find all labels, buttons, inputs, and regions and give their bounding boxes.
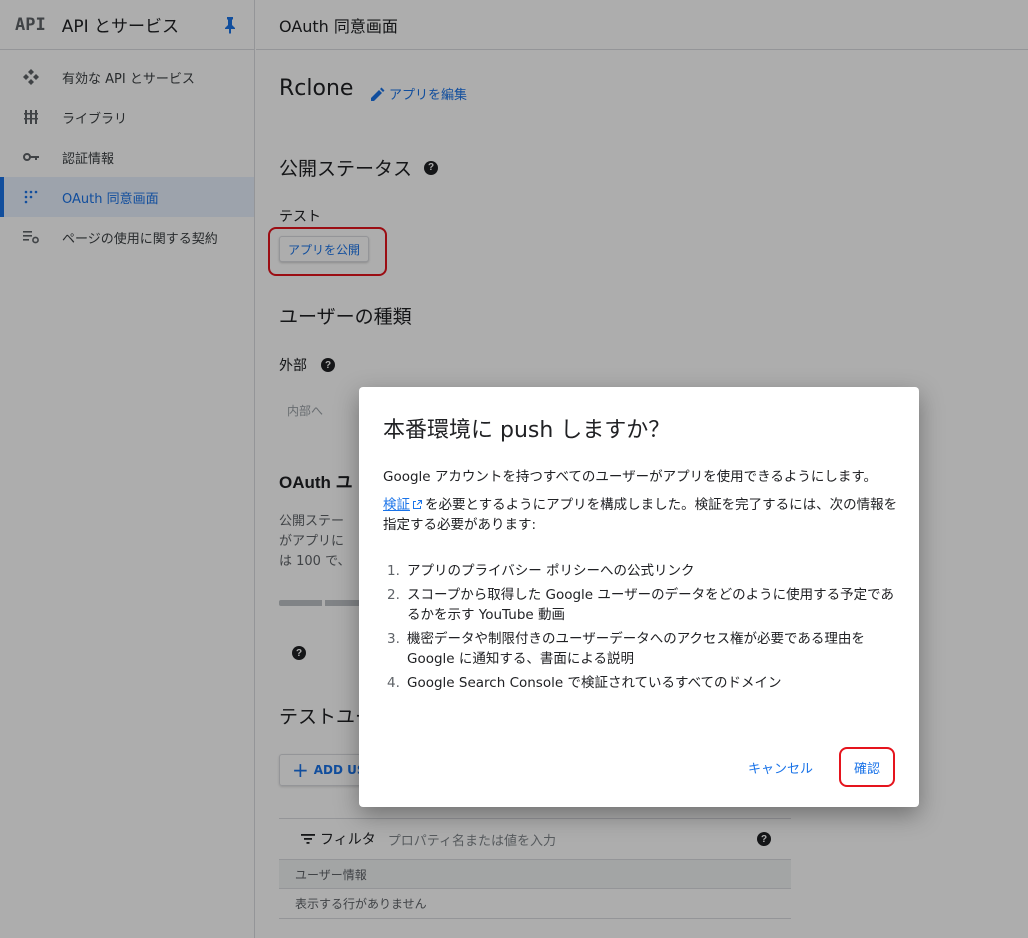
list-item: 3. 機密データや制限付きのユーザーデータへのアクセス権が必要である理由を Goo… xyxy=(383,629,899,669)
list-item: 1. アプリのプライバシー ポリシーへの公式リンク xyxy=(383,561,899,581)
cancel-button[interactable]: キャンセル xyxy=(740,752,821,783)
dialog-paragraph: Google アカウントを持つすべてのユーザーがアプリを使用できるようにします。 xyxy=(383,469,878,485)
list-text: 機密データや制限付きのユーザーデータへのアクセス権が必要である理由を Googl… xyxy=(407,631,865,667)
confirm-highlight: 確認 xyxy=(839,747,895,787)
verification-link[interactable]: 検証 xyxy=(383,497,410,513)
list-item: 4. Google Search Console で検証されているすべてのドメイン xyxy=(383,673,899,693)
push-to-production-dialog: 本番環境に push しますか？ Google アカウントを持つすべてのユーザー… xyxy=(359,387,919,807)
dialog-actions: キャンセル 確認 xyxy=(740,747,895,787)
list-text: Google Search Console で検証されているすべてのドメイン xyxy=(407,675,782,691)
list-text: スコープから取得した Google ユーザーのデータをどのように使用する予定であ… xyxy=(407,587,894,623)
list-number: 2. xyxy=(387,587,400,603)
dialog-paragraph: 検証 を必要とするようにアプリを構成しました。検証を完了するには、次の情報を指定す… xyxy=(383,495,899,535)
requirements-list: 1. アプリのプライバシー ポリシーへの公式リンク 2. スコープから取得した Go… xyxy=(383,561,899,693)
list-number: 3. xyxy=(387,631,400,647)
external-link-icon xyxy=(413,500,422,509)
list-number: 4. xyxy=(387,675,400,691)
dialog-title: 本番環境に push しますか？ xyxy=(383,418,671,443)
confirm-button[interactable]: 確認 xyxy=(848,754,886,781)
dialog-body: Google アカウントを持つすべてのユーザーがアプリを使用できるようにします。… xyxy=(383,467,899,697)
list-item: 2. スコープから取得した Google ユーザーのデータをどのように使用する予定… xyxy=(383,585,899,625)
dialog-paragraph-text: を必要とするようにアプリを構成しました。検証を完了するには、次の情報を指定する必… xyxy=(383,497,898,533)
list-number: 1. xyxy=(387,563,400,579)
list-text: アプリのプライバシー ポリシーへの公式リンク xyxy=(407,563,695,579)
